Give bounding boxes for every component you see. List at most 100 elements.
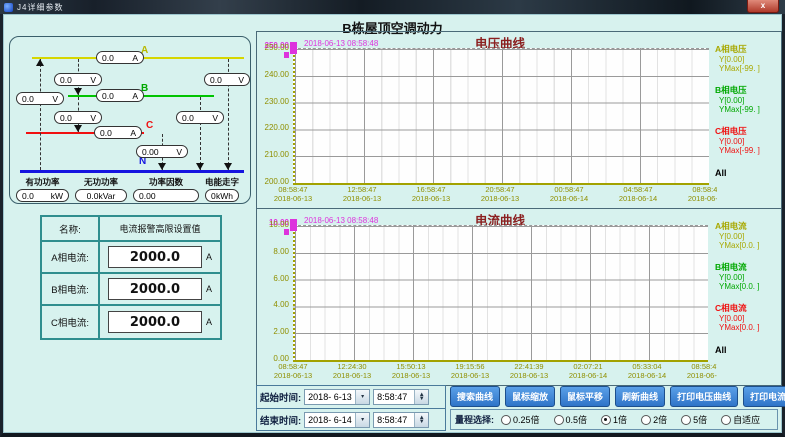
end-date-picker[interactable]: 2018- 6-14 ▾ xyxy=(304,412,370,428)
voltage-an-left-readout: 0.0V xyxy=(16,92,64,105)
radio-icon[interactable] xyxy=(641,415,651,425)
radio-icon[interactable] xyxy=(501,415,511,425)
start-time-spinner[interactable]: 8:58:47 ▲▼ xyxy=(373,389,429,405)
x-tick-label: 04:58:47 2018-06-14 xyxy=(619,185,657,204)
range-option-radio[interactable]: 0.25倍 xyxy=(501,413,540,426)
app-icon xyxy=(4,3,13,12)
y-tick-label: 2.00 xyxy=(273,327,289,336)
x-tick-label: 12:58:47 2018-06-13 xyxy=(343,185,381,204)
client-area: B栋屋顶空调动力 A B C N 0.0A xyxy=(3,14,782,433)
phase-c-current-readout: 0.0A xyxy=(94,126,142,139)
phase-b-current-readout: 0.0A xyxy=(96,89,144,102)
voltage-guide-line xyxy=(40,59,41,170)
start-time-label: 起始时间: xyxy=(260,390,301,404)
arrow-down-icon xyxy=(74,88,82,95)
arrow-down-icon xyxy=(74,125,82,132)
voltage-cn-readout: 0.00V xyxy=(136,145,188,158)
metric-label: 功率因数 xyxy=(149,176,183,188)
x-tick-label: 08:58:47 2018-06-14 xyxy=(687,362,717,381)
voltage-legend: A相电压 Y[0.00] YMax[-99. ] B相电压 Y[0.00] YM… xyxy=(715,43,779,178)
range-select-label: 量程选择: xyxy=(455,413,494,426)
phase-c-alarm-input[interactable]: 2000.0 xyxy=(108,311,202,333)
window-title: J4详细参数 xyxy=(17,2,63,13)
power-metric: 功率因数 0.00 xyxy=(133,176,199,202)
phase-a-alarm-input[interactable]: 2000.0 xyxy=(108,246,202,268)
row-value-c: 2000.0 A xyxy=(100,306,220,338)
arrow-down-icon xyxy=(158,163,166,170)
start-time-row: 起始时间: 2018- 6-13 ▾ 8:58:47 ▲▼ xyxy=(257,386,445,408)
phase-n-line xyxy=(20,170,244,173)
power-metric: 有功功率 0.0kW xyxy=(16,176,69,202)
radio-icon[interactable] xyxy=(721,415,731,425)
range-option-radio[interactable]: 2倍 xyxy=(641,413,667,426)
legend-all-item[interactable]: All xyxy=(715,345,779,355)
range-option-radio[interactable]: 5倍 xyxy=(681,413,707,426)
calendar-dropdown-icon[interactable]: ▾ xyxy=(355,390,369,404)
cursor-marker[interactable] xyxy=(290,42,297,54)
radio-icon[interactable] xyxy=(601,415,611,425)
y-tick-label: 250.00 xyxy=(265,43,289,52)
range-options: 0.25倍 0.5倍 1倍 xyxy=(501,413,760,426)
chart-action-button[interactable]: 鼠标平移 xyxy=(560,386,610,407)
end-time-spinner[interactable]: 8:58:47 ▲▼ xyxy=(373,412,429,428)
range-option-radio[interactable]: 自适应 xyxy=(721,413,760,426)
y-tick-label: 4.00 xyxy=(273,300,289,309)
metric-readout: 0.0kW xyxy=(16,189,69,202)
radio-icon[interactable] xyxy=(554,415,564,425)
cursor-timestamp: 2018-06-13 08:58:48 xyxy=(304,216,378,225)
chart-action-button[interactable]: 打印电流曲线 xyxy=(743,386,785,407)
voltage-plot-area[interactable]: 2018-06-13 08:58:48 xyxy=(293,48,709,185)
current-alarm-settings-table: 名称: 电流报警高限设置值 A相电流: 2000.0 A B相电流: 2000.… xyxy=(40,215,222,340)
phase-c-label: C xyxy=(146,120,153,131)
phase-a-current-readout: 0.0A xyxy=(96,51,144,64)
chart-action-button[interactable]: 刷新曲线 xyxy=(615,386,665,407)
table-header-name: 名称: xyxy=(42,217,100,242)
voltage-chart-panel: 电压曲线 2018-06-13 08:58:48 250.00 250.0024… xyxy=(256,31,782,209)
voltage-x-axis: 08:58:47 2018-06-13 12:58:47 2018-06-13 … xyxy=(257,185,717,205)
spinner-icon[interactable]: ▲▼ xyxy=(414,390,428,404)
legend-series-item: B相电流 Y[0.00] YMax[0.0. ] xyxy=(715,261,779,291)
current-chart-panel: 电流曲线 2018-06-13 08:58:48 10.00 10.008.00… xyxy=(256,208,782,386)
legend-series-item: C相电流 Y[0.00] YMax[0.0. ] xyxy=(715,302,779,332)
current-plot-area[interactable]: 2018-06-13 08:58:48 xyxy=(293,225,708,362)
end-time-row: 结束时间: 2018- 6-14 ▾ 8:58:47 ▲▼ xyxy=(257,408,445,431)
power-metric: 电能走字 0kWh xyxy=(205,176,239,202)
metric-label: 有功功率 xyxy=(25,176,59,188)
range-option-radio[interactable]: 1倍 xyxy=(601,413,627,426)
x-tick-label: 08:58:47 2018-06-14 xyxy=(688,185,717,204)
voltage-guide-line xyxy=(200,97,201,170)
range-option-radio[interactable]: 0.5倍 xyxy=(554,413,588,426)
row-value-b: 2000.0 A xyxy=(100,274,220,306)
row-value-a: 2000.0 A xyxy=(100,242,220,274)
radio-icon[interactable] xyxy=(681,415,691,425)
phase-b-alarm-input[interactable]: 2000.0 xyxy=(108,278,202,300)
calendar-dropdown-icon[interactable]: ▾ xyxy=(355,413,369,427)
table-header-value: 电流报警高限设置值 xyxy=(100,217,220,242)
cursor-timestamp: 2018-06-13 08:58:48 xyxy=(304,39,378,48)
y-tick-label: 10.00 xyxy=(269,220,289,229)
row-label-b: B相电流: xyxy=(42,274,100,306)
unit-label: A xyxy=(206,284,212,294)
x-tick-label: 05:33:04 2018-06-14 xyxy=(628,362,666,381)
row-label-a: A相电流: xyxy=(42,242,100,274)
chart-action-button[interactable]: 鼠标缩放 xyxy=(505,386,555,407)
time-range-box: 起始时间: 2018- 6-13 ▾ 8:58:47 ▲▼ 结束时间: 2018… xyxy=(256,385,446,431)
current-x-axis: 08:58:47 2018-06-13 12:24:30 2018-06-13 … xyxy=(257,362,717,382)
chart-action-button[interactable]: 搜索曲线 xyxy=(450,386,500,407)
x-tick-label: 19:15:56 2018-06-13 xyxy=(451,362,489,381)
voltage-bc-readout: 0.0V xyxy=(54,111,102,124)
arrow-down-icon xyxy=(196,163,204,170)
start-date-picker[interactable]: 2018- 6-13 ▾ xyxy=(304,389,370,405)
close-button[interactable]: x xyxy=(747,0,779,13)
x-tick-label: 16:58:47 2018-06-13 xyxy=(412,185,450,204)
power-metric: 无功功率 0.0kVar xyxy=(75,176,127,202)
spinner-icon[interactable]: ▲▼ xyxy=(414,413,428,427)
metric-label: 电能走字 xyxy=(205,176,239,188)
cursor-marker[interactable] xyxy=(290,219,297,231)
y-tick-label: 210.00 xyxy=(265,150,289,159)
legend-all-item[interactable]: All xyxy=(715,168,779,178)
metric-readout: 0.00 xyxy=(133,189,199,202)
chart-action-button[interactable]: 打印电压曲线 xyxy=(670,386,738,407)
unit-label: A xyxy=(206,252,212,262)
x-tick-label: 08:58:47 2018-06-13 xyxy=(274,362,312,381)
